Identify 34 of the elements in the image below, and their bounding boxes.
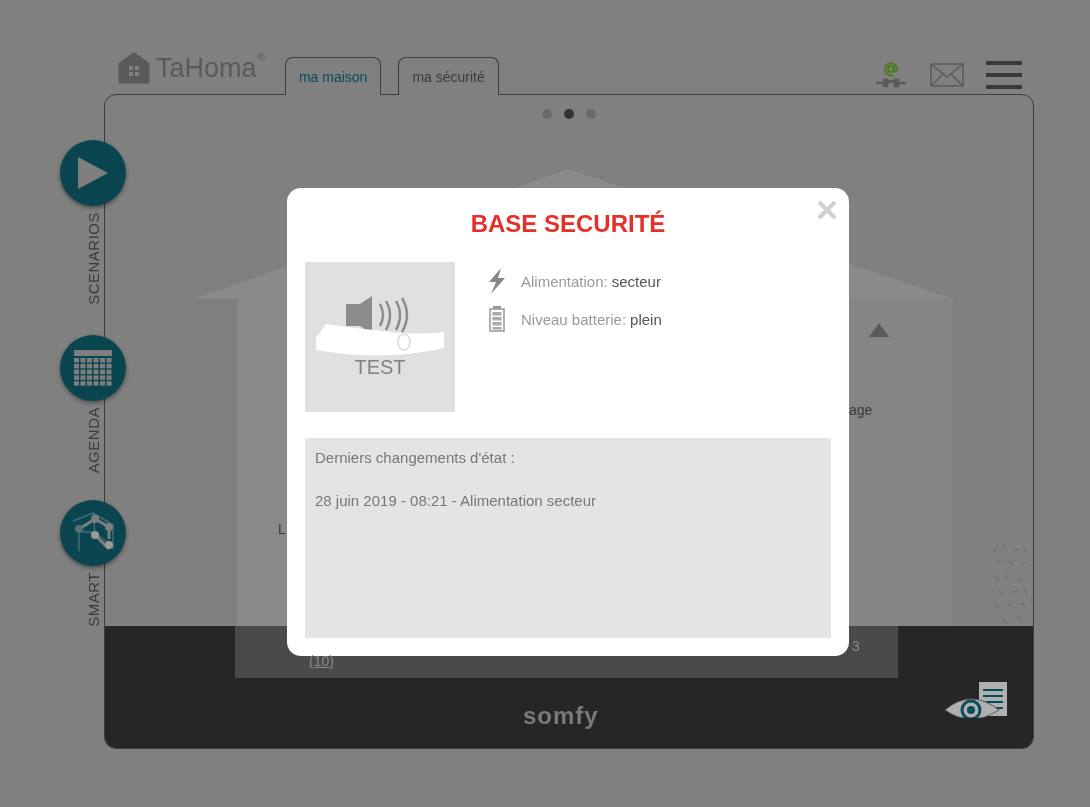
background-text: L (278, 521, 286, 537)
nav-button[interactable] (60, 335, 126, 401)
tab[interactable]: ma maison (284, 57, 382, 95)
nav-button[interactable] (60, 500, 126, 566)
info-label: Niveau batterie: (521, 310, 627, 328)
close-icon[interactable] (817, 200, 837, 220)
history-heading: Derniers changements d'état : (315, 449, 516, 466)
background-text: (10) (309, 653, 334, 669)
dialog-title: BASE SECURITÉ (469, 210, 667, 238)
house-logo-icon (118, 52, 150, 84)
lightning-icon (487, 268, 507, 294)
nav-button[interactable] (60, 140, 126, 206)
battery-icon (487, 306, 507, 332)
info-value: plein (630, 310, 662, 328)
calendar-icon (74, 350, 112, 386)
scroll-up-icon[interactable] (869, 323, 889, 337)
background-text: 3 (852, 638, 860, 654)
email-connection-icon[interactable] (874, 60, 908, 90)
info-label: Alimentation: (521, 272, 608, 290)
brand-logo-text: somfy (523, 702, 599, 730)
nav-label[interactable]: AGENDA (84, 407, 102, 474)
info-value: secteur (611, 272, 661, 290)
menu-icon[interactable] (986, 61, 1022, 89)
registered-mark: ® (257, 52, 265, 63)
eye-document-icon[interactable] (943, 682, 1007, 718)
carousel-dot[interactable] (564, 109, 574, 119)
nav-label[interactable]: SCENARIOS (84, 212, 102, 305)
nav-label[interactable]: SMART (84, 572, 102, 627)
play-icon (76, 155, 110, 191)
background-text: age (849, 402, 873, 418)
envelope-icon[interactable] (930, 63, 964, 87)
device-label: TEST (354, 355, 406, 379)
tab[interactable]: ma sécurité (398, 57, 499, 95)
history-entry: 28 juin 2019 - 08:21 - Alimentation secteur (315, 492, 597, 509)
